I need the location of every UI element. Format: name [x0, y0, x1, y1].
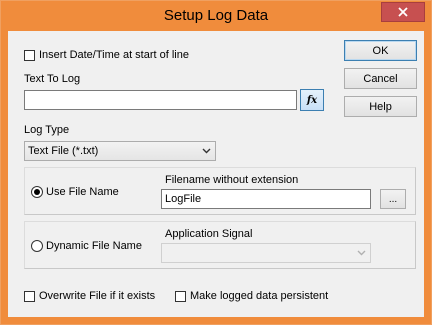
persistent-checkbox[interactable]: Make logged data persistent — [175, 290, 328, 302]
text-to-log-input[interactable] — [24, 90, 297, 110]
ok-button[interactable]: OK — [344, 40, 417, 61]
insert-datetime-label: Insert Date/Time at start of line — [39, 49, 189, 61]
checkbox-box[interactable] — [24, 290, 35, 302]
chevron-down-icon — [357, 250, 366, 256]
close-button[interactable] — [381, 2, 425, 22]
use-file-name-label: Use File Name — [46, 186, 119, 198]
filename-field-label: Filename without extension — [165, 174, 299, 186]
log-type-value: Text File (*.txt) — [28, 145, 99, 157]
filename-input[interactable] — [161, 189, 371, 209]
overwrite-checkbox[interactable]: Overwrite File if it exists — [24, 290, 155, 302]
chevron-down-icon — [202, 148, 211, 154]
dialog-client: Insert Date/Time at start of line OK Can… — [8, 31, 424, 317]
title-bar[interactable]: Setup Log Data — [1, 1, 431, 31]
browse-button[interactable]: ... — [380, 189, 406, 209]
use-file-name-radio[interactable]: Use File Name — [31, 186, 119, 198]
checkbox-box[interactable] — [175, 290, 186, 302]
insert-datetime-checkbox[interactable]: Insert Date/Time at start of line — [24, 49, 189, 61]
fx-icon: fx — [306, 94, 318, 106]
close-icon — [398, 7, 408, 17]
log-type-select[interactable]: Text File (*.txt) — [24, 141, 216, 161]
dynamic-file-name-label: Dynamic File Name — [46, 240, 142, 252]
dialog-window: Setup Log Data Insert Date/Time at start… — [0, 0, 432, 325]
function-button[interactable]: fx — [300, 89, 324, 111]
log-type-label: Log Type — [24, 124, 70, 136]
window-title: Setup Log Data — [163, 7, 269, 24]
radio-dot[interactable] — [31, 240, 43, 252]
checkbox-box[interactable] — [24, 49, 35, 61]
application-signal-select[interactable] — [161, 243, 371, 263]
radio-dot[interactable] — [31, 186, 43, 198]
application-signal-label: Application Signal — [165, 228, 253, 240]
cancel-button[interactable]: Cancel — [344, 68, 417, 89]
help-button[interactable]: Help — [344, 96, 417, 117]
persistent-label: Make logged data persistent — [190, 290, 329, 302]
text-to-log-label: Text To Log — [24, 73, 81, 85]
dynamic-file-name-radio[interactable]: Dynamic File Name — [31, 240, 142, 252]
overwrite-label: Overwrite File if it exists — [39, 290, 156, 302]
